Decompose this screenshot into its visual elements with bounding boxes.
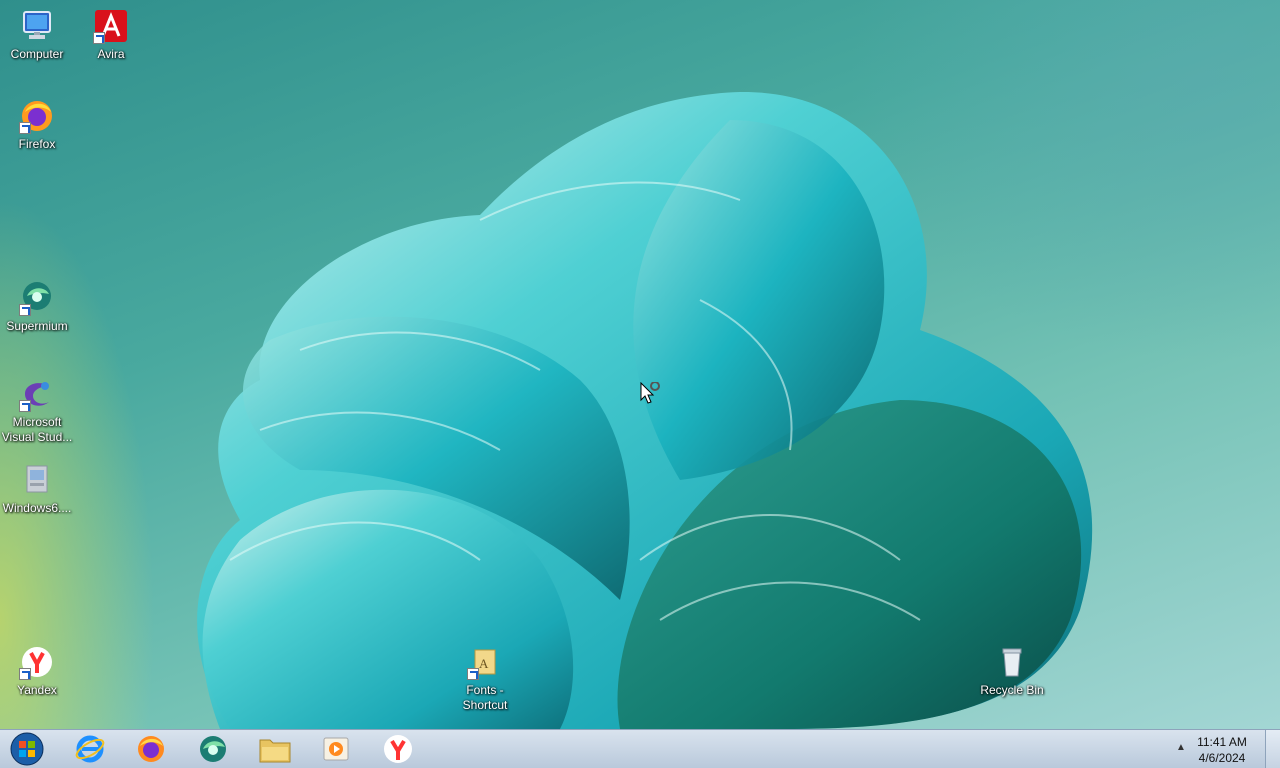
show-desktop-button[interactable] xyxy=(1265,730,1280,768)
desktop-icon-label: Avira xyxy=(97,47,125,61)
desktop-icon-computer[interactable]: Computer xyxy=(0,8,74,62)
folder-icon: A xyxy=(467,644,503,680)
desktop-icon-windows6[interactable]: Windows6.... xyxy=(0,462,74,516)
desktop-icon-visual-studio[interactable]: Microsoft Visual Stud... xyxy=(0,376,74,445)
visual-studio-icon xyxy=(19,376,55,412)
shortcut-arrow-icon xyxy=(93,32,105,44)
svg-text:A: A xyxy=(479,656,489,671)
taskbar-supermium[interactable] xyxy=(189,732,237,766)
yandex-icon xyxy=(19,644,55,680)
shortcut-arrow-icon xyxy=(467,668,479,680)
start-button[interactable] xyxy=(3,732,51,766)
installer-icon xyxy=(19,462,55,498)
desktop-icon-supermium[interactable]: Supermium xyxy=(0,280,74,334)
firefox-icon xyxy=(138,736,164,762)
start-orb-icon xyxy=(10,732,44,766)
taskbar-yandex[interactable] xyxy=(374,732,422,766)
clock-time: 11:41 AM xyxy=(1197,735,1247,749)
desktop-icon-fonts-shortcut[interactable]: A Fonts - Shortcut xyxy=(448,644,522,713)
desktop-icon-label: Supermium xyxy=(6,319,68,333)
mouse-cursor-busy-icon xyxy=(640,381,664,411)
shortcut-arrow-icon xyxy=(19,304,31,316)
desktop-icon-label: Windows6.... xyxy=(2,501,72,515)
wallpaper-bloom xyxy=(197,91,1093,729)
internet-explorer-icon xyxy=(75,735,105,763)
taskbar-internet-explorer[interactable] xyxy=(66,732,114,766)
yandex-icon xyxy=(384,735,412,763)
desktop-icon-label: Yandex xyxy=(17,683,57,697)
shortcut-arrow-icon xyxy=(19,400,31,412)
media-player-icon xyxy=(323,737,349,761)
desktop[interactable]: Computer Avira Firefox Supermium Microso… xyxy=(0,0,1280,729)
taskbar-media-player[interactable] xyxy=(312,732,360,766)
desktop-icon-label: Microsoft Visual Stud... xyxy=(1,415,73,444)
clock-date: 4/6/2024 xyxy=(1198,751,1246,765)
firefox-icon xyxy=(19,98,55,134)
desktop-icon-label: Firefox xyxy=(18,137,56,151)
desktop-icon-avira[interactable]: Avira xyxy=(74,8,148,62)
file-explorer-icon xyxy=(259,739,291,763)
desktop-icon-yandex[interactable]: Yandex xyxy=(0,644,74,698)
taskbar-firefox[interactable] xyxy=(127,732,175,766)
desktop-icon-label: Recycle Bin xyxy=(980,683,1044,697)
recycle-bin-icon xyxy=(994,644,1030,680)
desktop-icon-label: Computer xyxy=(10,47,64,61)
desktop-icon-recycle-bin[interactable]: Recycle Bin xyxy=(975,644,1049,698)
supermium-icon xyxy=(19,280,55,316)
supermium-icon xyxy=(200,736,226,762)
desktop-icon-label: Fonts - Shortcut xyxy=(462,683,508,712)
shortcut-arrow-icon xyxy=(19,668,31,680)
computer-icon xyxy=(19,8,55,44)
show-hidden-icons-button[interactable]: ▲ xyxy=(1176,742,1186,753)
desktop-icon-firefox[interactable]: Firefox xyxy=(0,98,74,152)
taskbar-clock[interactable]: 11:41 AM 4/6/2024 xyxy=(1192,734,1252,766)
taskbar: ▲ 11:41 AM 4/6/2024 xyxy=(0,729,1280,768)
shortcut-arrow-icon xyxy=(19,122,31,134)
taskbar-file-explorer[interactable] xyxy=(251,732,299,766)
avira-icon xyxy=(93,8,129,44)
